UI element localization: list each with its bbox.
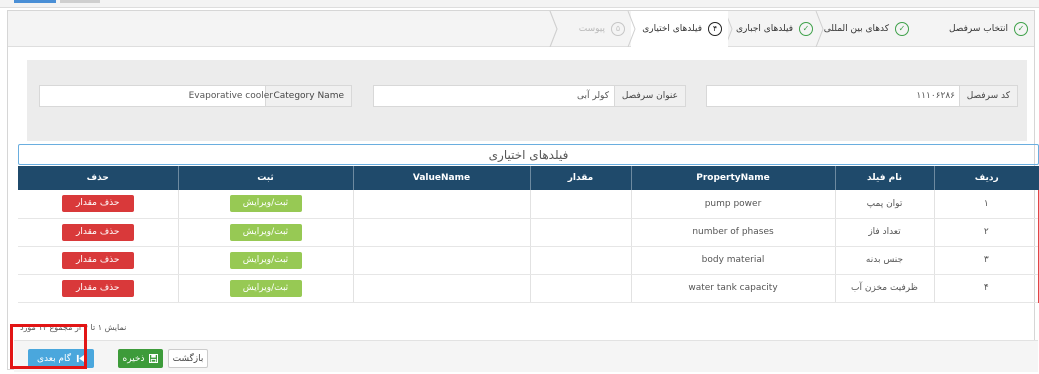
field-name-cell: توان پمپ: [834, 190, 934, 219]
wizard-step-label: پیوست: [578, 24, 605, 34]
heading-info-panel: کد سرفصل ۱۱۱۰۶۲۸۶ عنوان سرفصل کولر آبی C…: [27, 60, 1027, 141]
value-name-cell[interactable]: [352, 274, 530, 303]
submit-cell: ثبت/ویرایش: [177, 274, 353, 303]
column-header-row: ردیف: [933, 166, 1039, 190]
submit-cell: ثبت/ویرایش: [177, 218, 353, 247]
delete-cell: حذف مقدار: [18, 246, 178, 275]
field-name-cell: تعداد فاز: [834, 218, 934, 247]
field-name-cell: ظرفیت مخزن آب: [834, 274, 934, 303]
submit-edit-button[interactable]: ثبت/ویرایش: [229, 279, 302, 297]
check-icon: ✓: [895, 22, 909, 36]
row-index-cell: ۱: [933, 190, 1039, 219]
wizard-step-label: انتخاب سرفصل: [948, 24, 1008, 34]
step-number-badge: ۵: [611, 22, 625, 36]
optional-fields-caption: فیلدهای اختیاری: [18, 144, 1039, 165]
submit-edit-button[interactable]: ثبت/ویرایش: [229, 251, 302, 269]
wizard-step-label: فیلدهای اختیاری: [642, 24, 702, 34]
row-index-cell: ۳: [933, 246, 1039, 275]
active-tab-indicator: [14, 0, 56, 3]
table-row: حذف مقدار ثبت/ویرایش water tank capacity…: [18, 274, 1039, 303]
submit-cell: ثبت/ویرایش: [177, 246, 353, 275]
wizard-step-optional-fields[interactable]: فیلدهای اختیاری ۴: [627, 11, 728, 47]
category-name-value: Evaporative cooler: [188, 91, 273, 101]
save-button[interactable]: ذخیره: [118, 349, 163, 368]
value-name-cell[interactable]: [352, 218, 530, 247]
floppy-disk-icon: [149, 354, 159, 363]
amount-cell[interactable]: [529, 190, 631, 219]
delete-cell: حذف مقدار: [18, 218, 178, 247]
amount-cell[interactable]: [529, 274, 631, 303]
property-name-cell: body material: [630, 246, 835, 275]
amount-cell[interactable]: [529, 218, 631, 247]
property-name-cell: number of phases: [630, 218, 835, 247]
next-step-highlight-box: [10, 324, 87, 369]
property-name-cell: water tank capacity: [630, 274, 835, 303]
delete-value-button[interactable]: حذف مقدار: [61, 279, 134, 297]
optional-fields-table: حذف ثبت ValueName مقدار PropertyName نام…: [18, 166, 1039, 303]
heading-code-field[interactable]: کد سرفصل ۱۱۱۰۶۲۸۶: [706, 85, 1018, 107]
wizard-step-label: کدهای بین المللی: [823, 24, 889, 34]
field-name-cell: جنس بدنه: [834, 246, 934, 275]
heading-code-value: ۱۱۱۰۶۲۸۶: [916, 91, 955, 101]
column-header-field-name: نام فیلد: [834, 166, 934, 190]
submit-edit-button[interactable]: ثبت/ویرایش: [229, 195, 302, 213]
back-button-label: بازگشت: [172, 353, 204, 364]
table-row: حذف مقدار ثبت/ویرایش number of phases تع…: [18, 218, 1039, 247]
back-button[interactable]: بازگشت: [168, 349, 208, 368]
amount-cell[interactable]: [529, 246, 631, 275]
column-header-amount: مقدار: [529, 166, 631, 190]
wizard-step-select-heading[interactable]: انتخاب سرفصل ✓: [915, 11, 1034, 47]
save-button-label: ذخیره: [122, 353, 145, 364]
delete-value-button[interactable]: حذف مقدار: [61, 195, 134, 213]
wizard-step-label: فیلدهای اجباری: [735, 24, 793, 34]
column-header-value-name: ValueName: [352, 166, 530, 190]
delete-cell: حذف مقدار: [18, 190, 178, 219]
category-name-field[interactable]: Category Name Evaporative cooler: [39, 85, 352, 107]
property-name-cell: pump power: [630, 190, 835, 219]
value-name-cell[interactable]: [352, 190, 530, 219]
tab-indicator: [60, 0, 100, 3]
submit-cell: ثبت/ویرایش: [177, 190, 353, 219]
row-index-cell: ۲: [933, 218, 1039, 247]
wizard-steps: انتخاب سرفصل ✓ کدهای بین المللی ✓ فیلدها…: [8, 11, 1034, 47]
check-icon: ✓: [799, 22, 813, 36]
column-header-submit: ثبت: [177, 166, 353, 190]
heading-title-field[interactable]: عنوان سرفصل کولر آبی: [373, 85, 686, 107]
delete-value-button[interactable]: حذف مقدار: [61, 251, 134, 269]
delete-value-button[interactable]: حذف مقدار: [61, 223, 134, 241]
value-name-cell[interactable]: [352, 246, 530, 275]
wizard-step-attachment[interactable]: پیوست ۵: [549, 11, 631, 47]
form-frame: انتخاب سرفصل ✓ کدهای بین المللی ✓ فیلدها…: [7, 10, 1039, 372]
step-number-badge: ۴: [708, 22, 722, 36]
row-index-cell: ۴: [933, 274, 1039, 303]
check-icon: ✓: [1014, 22, 1028, 36]
table-row: حذف مقدار ثبت/ویرایش body material جنس ب…: [18, 246, 1039, 275]
wizard-step-required-fields[interactable]: فیلدهای اجباری ✓: [724, 11, 819, 47]
wizard-step-international-codes[interactable]: کدهای بین المللی ✓: [815, 11, 915, 47]
heading-title-label: عنوان سرفصل: [613, 86, 685, 106]
table-row: حذف مقدار ثبت/ویرایش pump power توان پمپ…: [18, 190, 1039, 219]
top-strip: [0, 0, 1039, 8]
heading-title-value: کولر آبی: [576, 91, 609, 101]
chevron-separator-icon: [549, 11, 558, 47]
submit-edit-button[interactable]: ثبت/ویرایش: [229, 223, 302, 241]
table-header-row: حذف ثبت ValueName مقدار PropertyName نام…: [18, 166, 1039, 190]
category-name-label: Category Name: [265, 86, 351, 106]
heading-code-label: کد سرفصل: [958, 86, 1017, 106]
column-header-property-name: PropertyName: [630, 166, 835, 190]
column-header-delete: حذف: [18, 166, 178, 190]
delete-cell: حذف مقدار: [18, 274, 178, 303]
action-bar: بازگشت ذخیره گام بعدی: [14, 340, 1038, 372]
